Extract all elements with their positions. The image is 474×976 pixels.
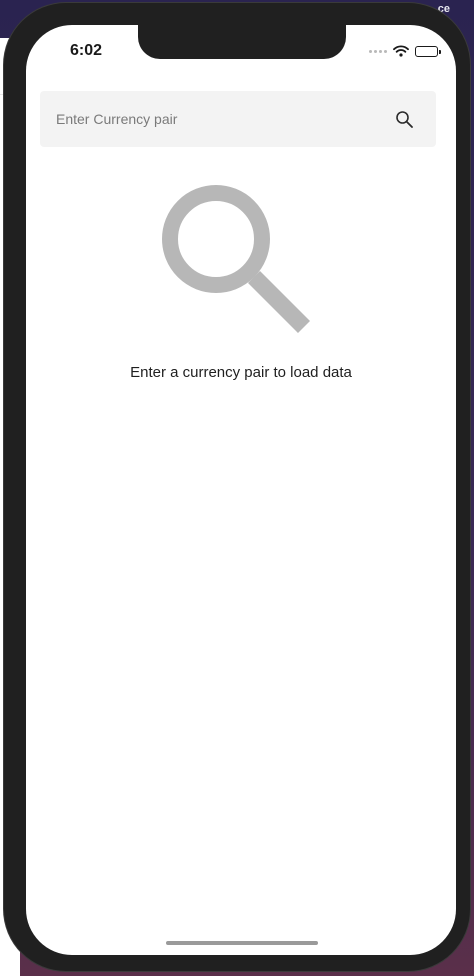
signal-icon	[369, 49, 387, 53]
home-indicator[interactable]	[166, 941, 318, 945]
currency-pair-input[interactable]	[56, 91, 376, 147]
search-icon	[396, 111, 413, 128]
status-icons	[369, 45, 441, 57]
search-bar	[40, 91, 436, 147]
wifi-icon	[393, 45, 409, 57]
notch	[138, 25, 346, 59]
battery-icon	[415, 45, 441, 57]
empty-state-search-icon	[162, 185, 311, 334]
phone-frame: 6:02 Enter a cur	[4, 3, 470, 971]
search-button[interactable]	[394, 109, 416, 131]
empty-state-message: Enter a currency pair to load data	[130, 364, 352, 381]
app-screen: 6:02 Enter a cur	[26, 25, 456, 955]
status-time: 6:02	[70, 42, 103, 59]
